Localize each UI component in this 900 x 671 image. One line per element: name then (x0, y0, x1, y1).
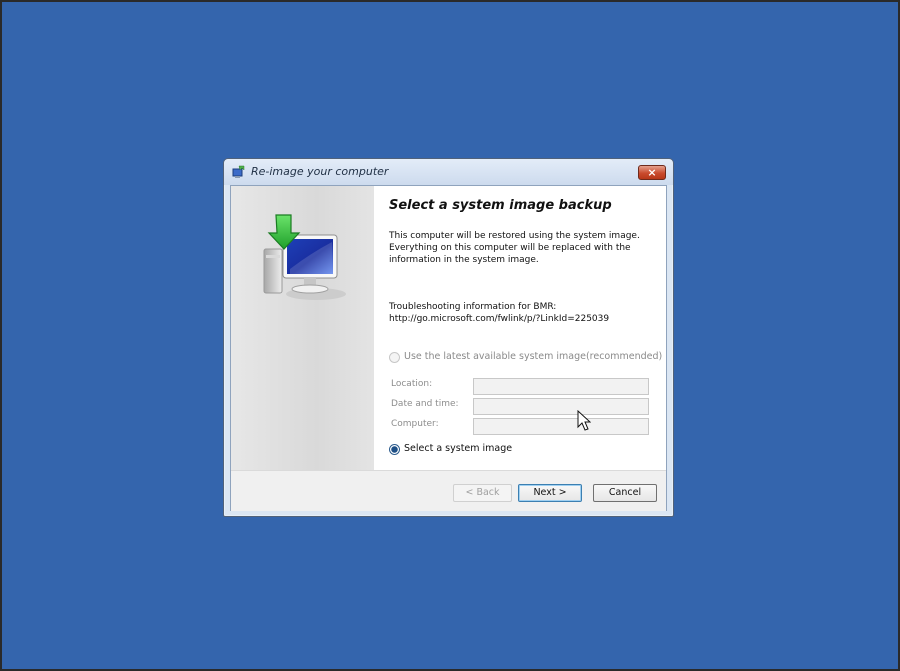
reimage-dialog: Re-image your computer × Select a system… (223, 158, 674, 517)
mouse-pointer-icon (577, 410, 591, 431)
date-time-field (473, 398, 649, 415)
window-title: Re-image your computer (251, 165, 389, 178)
latest-image-radio (389, 352, 400, 363)
back-button: < Back (453, 484, 512, 502)
latest-image-label: Use the latest available system image(re… (404, 351, 663, 362)
computer-label: Computer: (391, 419, 439, 429)
title-bar: Re-image your computer × (224, 159, 673, 185)
select-image-label[interactable]: Select a system image (404, 443, 512, 454)
description-line: information in the system image. (389, 255, 539, 265)
description-line: Everything on this computer will be repl… (389, 243, 631, 253)
description-line: This computer will be restored using the… (389, 231, 640, 241)
close-button[interactable]: × (638, 165, 666, 180)
troubleshooting-label: Troubleshooting information for BMR: (389, 302, 557, 312)
system-restore-icon (232, 165, 245, 178)
page-title: Select a system image backup (389, 198, 612, 213)
close-icon: × (647, 166, 657, 179)
wizard-footer: < Back Next > Cancel (231, 470, 666, 511)
computer-restore-icon (263, 214, 346, 300)
wizard-content-panel: Select a system image backup This comput… (374, 186, 666, 470)
date-time-label: Date and time: (391, 399, 459, 409)
location-label: Location: (391, 379, 433, 389)
cancel-button[interactable]: Cancel (593, 484, 657, 502)
next-button[interactable]: Next > (518, 484, 582, 502)
select-image-radio[interactable] (389, 444, 400, 455)
location-field (473, 378, 649, 395)
dialog-client-area: Select a system image backup This comput… (230, 185, 667, 511)
troubleshooting-link[interactable]: http://go.microsoft.com/fwlink/p/?LinkId… (389, 313, 609, 325)
wizard-side-panel (231, 186, 374, 470)
computer-field (473, 418, 649, 435)
